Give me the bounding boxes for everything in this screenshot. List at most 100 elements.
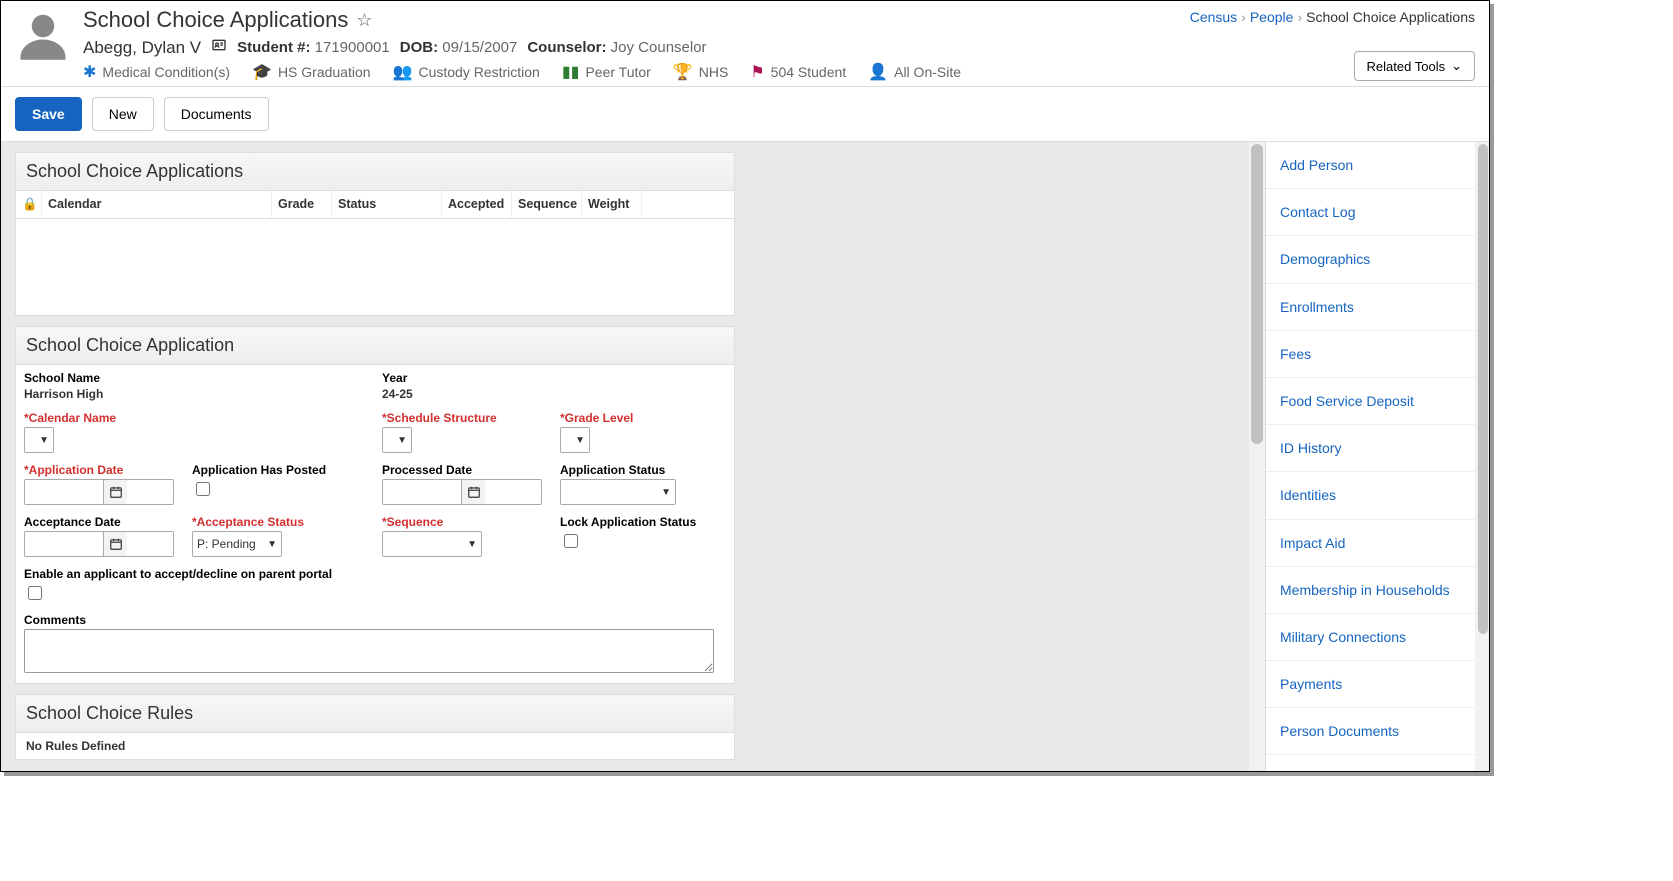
dob-value: 09/15/2007 — [442, 39, 517, 56]
comments-textarea[interactable] — [24, 629, 714, 673]
processed-date-input[interactable] — [382, 479, 542, 505]
flag-onsite[interactable]: 👤All On-Site — [868, 62, 961, 82]
portal-checkbox[interactable] — [28, 586, 42, 600]
sidebar-item-id-history[interactable]: ID History — [1266, 425, 1489, 472]
star-icon[interactable]: ☆ — [356, 10, 372, 31]
sidebar-item-contact-log[interactable]: Contact Log — [1266, 189, 1489, 236]
counselor-label: Counselor: — [527, 39, 606, 56]
calendar-label: *Calendar Name — [24, 411, 364, 425]
col-weight[interactable]: Weight — [582, 191, 642, 218]
contact-card-icon[interactable] — [211, 37, 227, 58]
sidebar-item-person-documents[interactable]: Person Documents — [1266, 708, 1489, 755]
acceptance-date-field[interactable] — [25, 532, 103, 556]
acceptance-date-input[interactable] — [24, 531, 174, 557]
calendar-select[interactable]: ▼ — [24, 427, 54, 453]
flag-504[interactable]: ⚑504 Student — [750, 62, 846, 82]
posted-checkbox[interactable] — [196, 482, 210, 496]
chevron-down-icon: ⌄ — [1451, 58, 1462, 74]
applications-list-panel: School Choice Applications 🔒 Calendar Gr… — [15, 152, 735, 316]
comments-label: Comments — [24, 613, 726, 627]
flag-nhs[interactable]: 🏆NHS — [673, 62, 728, 82]
chevron-right-icon: › — [1241, 9, 1246, 25]
dob-label: DOB: — [400, 39, 438, 56]
sidebar-item-military-connections[interactable]: Military Connections — [1266, 614, 1489, 661]
caret-down-icon: ▼ — [39, 435, 49, 446]
flag-peer-tutor[interactable]: ▮▮Peer Tutor — [562, 62, 651, 82]
graduation-icon: 🎓 — [252, 62, 272, 82]
col-grade[interactable]: Grade — [272, 191, 332, 218]
sidebar-item-membership-households[interactable]: Membership in Households — [1266, 567, 1489, 614]
col-calendar[interactable]: Calendar — [42, 191, 272, 218]
avatar — [15, 7, 71, 63]
calendar-icon[interactable] — [103, 480, 127, 504]
col-sequence[interactable]: Sequence — [512, 191, 582, 218]
sidebar-item-impact-aid[interactable]: Impact Aid — [1266, 520, 1489, 567]
book-icon: ▮▮ — [562, 62, 580, 82]
processed-date-field[interactable] — [383, 480, 461, 504]
sidebar-scrollbar[interactable] — [1475, 142, 1489, 771]
acceptance-status-select[interactable]: P: Pending ▼ — [192, 531, 282, 557]
person-icon: 👤 — [868, 62, 888, 82]
person-name: Abegg, Dylan V — [83, 38, 201, 58]
sidebar-item-programs[interactable]: Programs — [1266, 755, 1489, 772]
related-tools-button[interactable]: Related Tools ⌄ — [1354, 51, 1475, 81]
panel-title: School Choice Application — [16, 327, 734, 365]
breadcrumb: Census › People › School Choice Applicat… — [1190, 9, 1475, 25]
app-status-label: Application Status — [560, 463, 676, 477]
caret-down-icon: ▼ — [397, 435, 407, 446]
breadcrumb-link-people[interactable]: People — [1250, 9, 1294, 25]
rules-panel: School Choice Rules No Rules Defined — [15, 694, 735, 760]
sidebar-item-add-person[interactable]: Add Person — [1266, 142, 1489, 189]
calendar-icon[interactable] — [461, 480, 485, 504]
related-tools-sidebar: Add Person Contact Log Demographics Enro… — [1265, 142, 1489, 771]
year-label: Year — [382, 371, 413, 385]
flag-custody[interactable]: 👥Custody Restriction — [393, 62, 540, 82]
sequence-label: *Sequence — [382, 515, 542, 529]
content-scrollbar[interactable] — [1249, 142, 1265, 771]
lock-checkbox[interactable] — [564, 534, 578, 548]
processed-date-label: Processed Date — [382, 463, 542, 477]
student-no-value: 171900001 — [315, 39, 390, 56]
flag-graduation[interactable]: 🎓HS Graduation — [252, 62, 371, 82]
table-empty — [16, 219, 734, 315]
sidebar-item-payments[interactable]: Payments — [1266, 661, 1489, 708]
lock-label: Lock Application Status — [560, 515, 696, 529]
sidebar-item-food-service-deposit[interactable]: Food Service Deposit — [1266, 378, 1489, 425]
acceptance-status-label: *Acceptance Status — [192, 515, 364, 529]
sidebar-item-identities[interactable]: Identities — [1266, 472, 1489, 519]
caret-down-icon: ▼ — [267, 539, 277, 550]
related-tools-label: Related Tools — [1367, 59, 1446, 74]
lock-icon: 🔒 — [16, 191, 42, 218]
documents-button[interactable]: Documents — [164, 97, 269, 131]
caret-down-icon: ▼ — [575, 435, 585, 446]
col-status[interactable]: Status — [332, 191, 442, 218]
flag-medical[interactable]: ✱Medical Condition(s) — [83, 62, 230, 82]
schedule-select[interactable]: ▼ — [382, 427, 412, 453]
school-name-label: School Name — [24, 371, 364, 385]
portal-label: Enable an applicant to accept/decline on… — [24, 567, 726, 581]
acceptance-status-value: P: Pending — [197, 537, 256, 551]
sidebar-item-enrollments[interactable]: Enrollments — [1266, 284, 1489, 331]
flag-icon: ⚑ — [750, 62, 764, 82]
posted-label: Application Has Posted — [192, 463, 364, 477]
grade-level-label: *Grade Level — [560, 411, 633, 425]
page-title: School Choice Applications — [83, 7, 348, 33]
caret-down-icon: ▼ — [661, 487, 671, 498]
table-header: 🔒 Calendar Grade Status Accepted Sequenc… — [16, 191, 734, 219]
app-status-select[interactable]: ▼ — [560, 479, 676, 505]
save-button[interactable]: Save — [15, 97, 82, 131]
breadcrumb-link-census[interactable]: Census — [1190, 9, 1237, 25]
application-date-field[interactable] — [25, 480, 103, 504]
col-accepted[interactable]: Accepted — [442, 191, 512, 218]
new-button[interactable]: New — [92, 97, 154, 131]
sidebar-item-demographics[interactable]: Demographics — [1266, 236, 1489, 283]
application-date-input[interactable] — [24, 479, 174, 505]
acceptance-date-label: Acceptance Date — [24, 515, 174, 529]
trophy-icon: 🏆 — [673, 62, 693, 82]
chevron-right-icon: › — [1297, 9, 1302, 25]
school-name-value: Harrison High — [24, 387, 364, 401]
sequence-select[interactable]: ▼ — [382, 531, 482, 557]
calendar-icon[interactable] — [103, 532, 127, 556]
sidebar-item-fees[interactable]: Fees — [1266, 331, 1489, 378]
grade-level-select[interactable]: ▼ — [560, 427, 590, 453]
